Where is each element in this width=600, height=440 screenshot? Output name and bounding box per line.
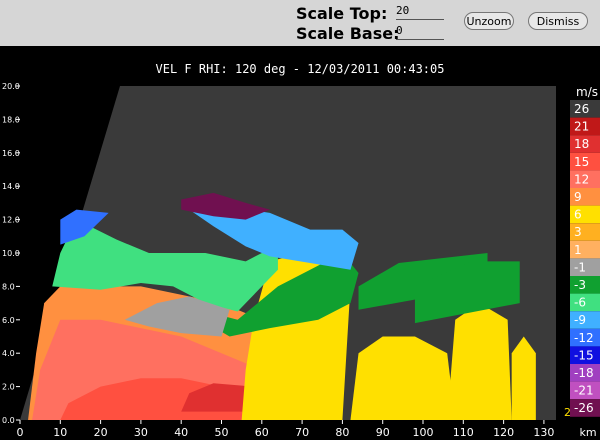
x-axis-unit: km xyxy=(579,426,596,439)
echo-region xyxy=(447,303,512,420)
x-tick-label: 30 xyxy=(134,426,148,439)
legend-unit: m/s xyxy=(576,85,598,99)
legend-label: -6 xyxy=(574,296,586,310)
y-tick-label: 0.0 xyxy=(2,416,15,425)
x-tick-label: 130 xyxy=(533,426,554,439)
legend-label: -12 xyxy=(574,331,594,345)
legend-label: -21 xyxy=(574,384,594,398)
y-tick-label: 14.0 xyxy=(2,182,20,191)
y-tick-label: 4.0 xyxy=(2,349,15,358)
x-tick-label: 80 xyxy=(335,426,349,439)
legend-label: 21 xyxy=(574,120,589,134)
y-tick-label: 8.0 xyxy=(2,282,15,291)
legend-label: -1 xyxy=(574,260,586,274)
x-tick-label: 50 xyxy=(215,426,229,439)
legend-label: -15 xyxy=(574,348,594,362)
legend-label: -9 xyxy=(574,313,586,327)
y-axis: 0.0 2.0 4.0 6.0 8.0 10.0 12.0 14.0 16.0 18.0 20.0 xyxy=(2,82,20,425)
legend-label: 6 xyxy=(574,208,582,222)
x-tick-label: 20 xyxy=(94,426,108,439)
x-tick-label: 40 xyxy=(174,426,188,439)
legend-label: -3 xyxy=(574,278,586,292)
x-axis: 0 10 20 30 40 50 60 70 80 90 100 110 120 130 km xyxy=(17,420,597,439)
legend-label: 3 xyxy=(574,225,582,239)
y-tick-label: 10.0 xyxy=(2,249,20,258)
y-tick-label: 6.0 xyxy=(2,316,15,325)
legend-label: 9 xyxy=(574,190,582,204)
y-tick-label: 16.0 xyxy=(2,149,20,158)
y-tick-label: 12.0 xyxy=(2,216,20,225)
legend-label: 18 xyxy=(574,137,589,151)
velocity-legend: m/s 26 21 18 15 12 9 6 3 1 -1 -3 -6 -9 -12 -15 -18 -21 -26 xyxy=(570,85,600,417)
x-tick-label: 0 xyxy=(17,426,24,439)
x-tick-label: 60 xyxy=(255,426,269,439)
echo-region xyxy=(511,336,536,420)
x-tick-label: 10 xyxy=(53,426,67,439)
legend-label: -18 xyxy=(574,366,594,380)
x-tick-label: 90 xyxy=(376,426,390,439)
corner-label: 2 xyxy=(564,406,571,419)
radar-plot: 0 10 20 30 40 50 60 70 80 90 100 110 120 130 km 0.0 2.0… xyxy=(2,82,600,439)
y-tick-label: 20.0 xyxy=(2,82,20,91)
x-tick-label: 110 xyxy=(453,426,474,439)
legend-label: 1 xyxy=(574,243,582,257)
legend-label: 15 xyxy=(574,155,589,169)
legend-label: 12 xyxy=(574,172,589,186)
x-tick-label: 100 xyxy=(413,426,434,439)
y-tick-label: 18.0 xyxy=(2,115,20,124)
legend-label: 26 xyxy=(574,102,589,116)
legend-label: -26 xyxy=(574,401,594,415)
x-tick-label: 70 xyxy=(295,426,309,439)
y-tick-label: 2.0 xyxy=(2,383,15,392)
x-tick-label: 120 xyxy=(493,426,514,439)
